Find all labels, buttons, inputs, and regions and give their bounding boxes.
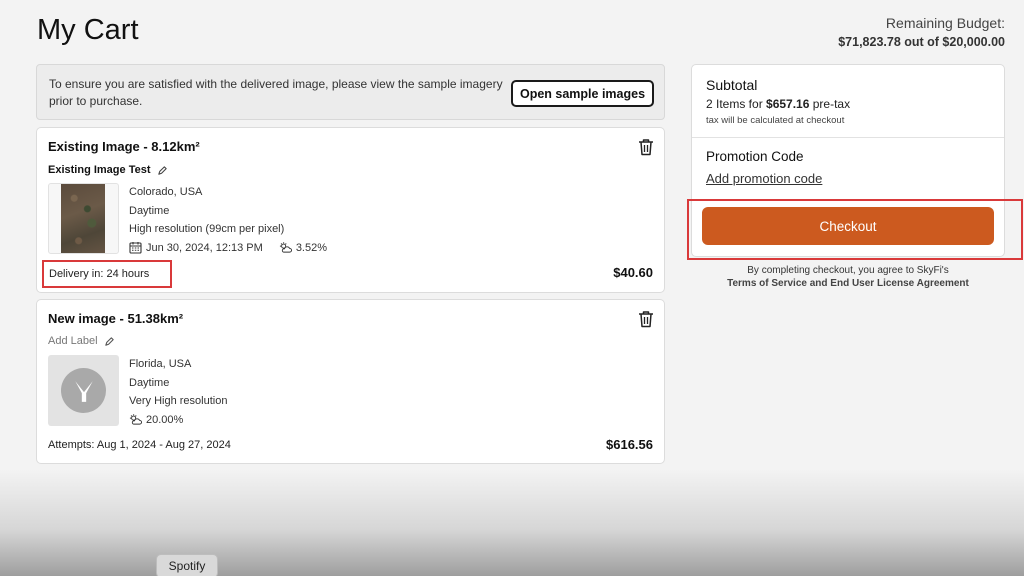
item-time-of-day: Daytime <box>129 376 170 389</box>
cart-item-title: Existing Image - 8.12km² <box>48 139 200 154</box>
trash-icon[interactable] <box>638 138 654 156</box>
remaining-budget: Remaining Budget: $71,823.78 out of $20,… <box>838 15 1005 49</box>
item-details: Colorado, USA Daytime High resolution (9… <box>129 183 327 257</box>
item-label-text: Existing Image Test <box>48 164 151 176</box>
cart-item-title: New image - 51.38km² <box>48 311 184 326</box>
calendar-icon <box>129 242 142 254</box>
item-time-of-day: Daytime <box>129 204 170 217</box>
add-promotion-code-link[interactable]: Add promotion code <box>706 171 822 186</box>
promotion-code-title: Promotion Code <box>706 149 804 164</box>
item-meta: 20.00% <box>129 411 227 430</box>
terms-line-1: By completing checkout, you agree to Sky… <box>747 265 949 276</box>
tax-note: tax will be calculated at checkout <box>706 115 845 126</box>
item-thumbnail-placeholder[interactable] <box>48 355 119 426</box>
subtotal-title: Subtotal <box>706 77 758 93</box>
item-cloud-cover: 3.52% <box>295 241 328 254</box>
cart-item-existing-image: Existing Image - 8.12km² Existing Image … <box>36 127 665 293</box>
item-location: Colorado, USA <box>129 186 203 198</box>
item-date: Jun 30, 2024, 12:13 PM <box>146 241 263 254</box>
cloud-sun-icon <box>129 414 142 425</box>
items-amount: $657.16 <box>766 97 810 111</box>
checkout-button[interactable]: Checkout <box>702 207 994 245</box>
satellite-image <box>61 184 105 253</box>
item-resolution: Very High resolution <box>129 395 228 407</box>
item-location: Florida, USA <box>129 358 192 370</box>
trash-icon[interactable] <box>638 310 654 328</box>
pencil-icon[interactable] <box>157 165 168 176</box>
cloud-sun-icon <box>279 242 292 253</box>
item-thumbnail[interactable] <box>48 183 119 254</box>
item-price: $616.56 <box>606 437 653 452</box>
terms-line-2[interactable]: Terms of Service and End User License Ag… <box>691 277 1005 290</box>
item-price: $40.60 <box>613 265 653 280</box>
item-meta: Jun 30, 2024, 12:13 PM 3.52% <box>129 239 327 258</box>
add-label-text[interactable]: Add Label <box>48 335 98 347</box>
subtotal-items: 2 Items for $657.16 pre-tax <box>706 97 850 111</box>
sample-notice: To ensure you are satisfied with the del… <box>36 64 665 120</box>
item-cloud-cover: 20.00% <box>146 413 184 426</box>
summary-divider <box>692 137 1004 138</box>
items-suffix: pre-tax <box>809 97 851 111</box>
dock-tooltip-spotify: Spotify <box>156 554 218 576</box>
checkout-terms: By completing checkout, you agree to Sky… <box>691 264 1005 290</box>
item-details: Florida, USA Daytime Very High resolutio… <box>129 355 227 429</box>
item-label: Existing Image Test <box>48 164 168 176</box>
attempts-window: Attempts: Aug 1, 2024 - Aug 27, 2024 <box>48 439 231 451</box>
cart-item-new-image: New image - 51.38km² Add Label Florida, … <box>36 299 665 464</box>
page-title: My Cart <box>37 14 139 46</box>
budget-value: $71,823.78 out of $20,000.00 <box>838 35 1005 49</box>
skyfi-logo-icon <box>61 368 106 413</box>
budget-label: Remaining Budget: <box>885 15 1005 31</box>
add-label[interactable]: Add Label <box>48 335 115 347</box>
delivery-time: Delivery in: 24 hours <box>42 260 172 288</box>
open-sample-images-button[interactable]: Open sample images <box>511 80 654 107</box>
item-resolution: High resolution (99cm per pixel) <box>129 223 285 235</box>
notice-text: To ensure you are satisfied with the del… <box>49 77 503 108</box>
pencil-icon[interactable] <box>104 336 115 347</box>
skyfi-mark-icon <box>74 380 93 402</box>
items-prefix: 2 Items for <box>706 97 767 111</box>
